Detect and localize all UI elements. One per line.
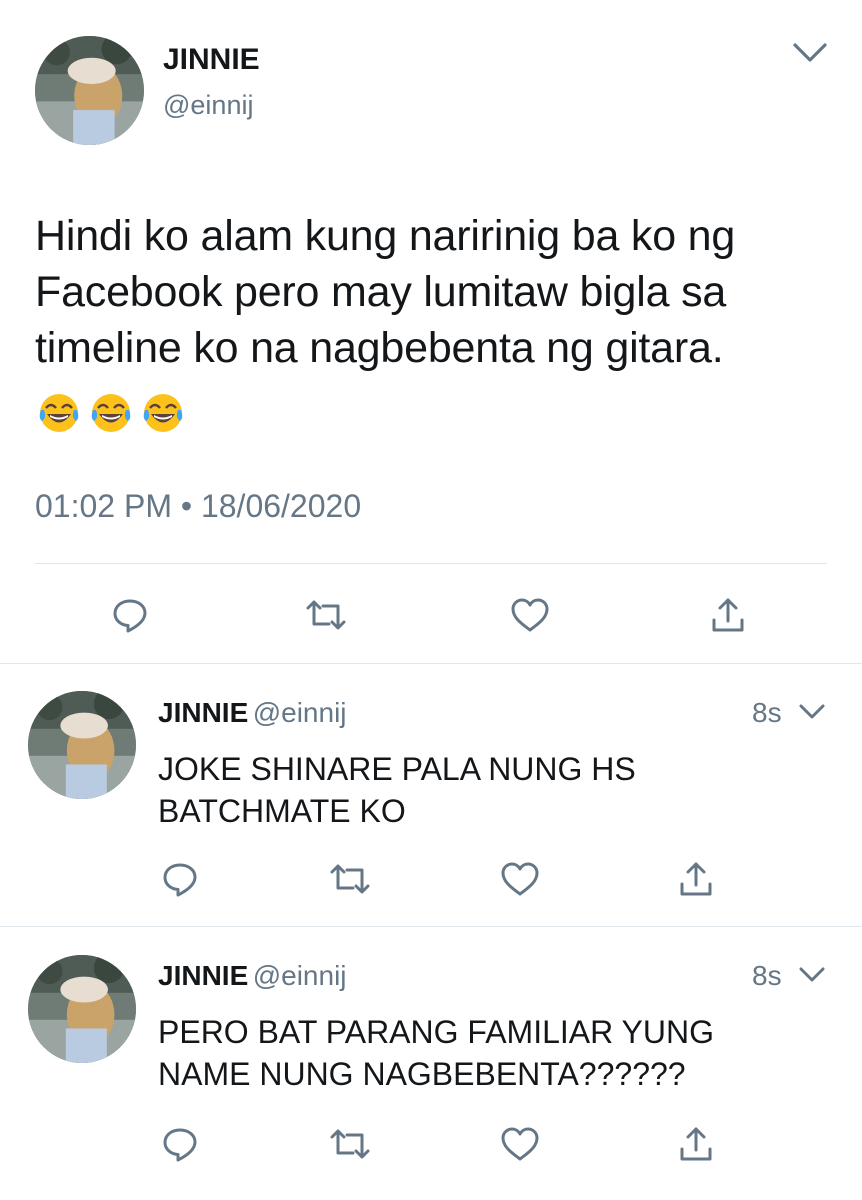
- reply-button[interactable]: [108, 593, 152, 637]
- retweet-button[interactable]: [304, 593, 348, 637]
- tweet-timestamp[interactable]: 01:02 PM • 18/06/2020: [35, 488, 361, 525]
- tweet-time: 01:02 PM: [35, 488, 172, 524]
- reply-header: JINNIE @einnij: [158, 697, 347, 729]
- reply-header: JINNIE @einnij: [158, 960, 347, 992]
- retweet-icon: [306, 600, 346, 630]
- reply-time[interactable]: 8s: [752, 960, 782, 992]
- avatar-image: [35, 36, 144, 145]
- avatar-image: [28, 955, 136, 1063]
- like-button[interactable]: [498, 1122, 542, 1166]
- author-handle[interactable]: @einnij: [253, 960, 347, 991]
- avatar-image: [28, 691, 136, 799]
- like-button[interactable]: [498, 857, 542, 901]
- share-button[interactable]: [706, 593, 750, 637]
- retweet-icon: [330, 864, 370, 894]
- like-icon: [501, 1127, 539, 1161]
- share-icon: [712, 598, 744, 632]
- meta-separator: •: [180, 488, 193, 524]
- like-button[interactable]: [508, 593, 552, 637]
- chevron-down-icon[interactable]: [798, 966, 826, 984]
- avatar[interactable]: [35, 36, 144, 145]
- avatar[interactable]: [28, 955, 136, 1063]
- reply-text: PERO BAT PARANG FAMILIAR YUNG NAME NUNG …: [158, 1014, 714, 1092]
- author-handle[interactable]: @einnij: [253, 697, 347, 728]
- share-icon: [680, 862, 712, 896]
- share-icon: [680, 1127, 712, 1161]
- emoji-row: [37, 391, 193, 435]
- tweet-text: Hindi ko alam kung naririnig ba ko ng Fa…: [35, 208, 835, 376]
- avatar[interactable]: [28, 691, 136, 799]
- reply-icon: [163, 1128, 197, 1162]
- author-name[interactable]: JINNIE: [158, 960, 248, 991]
- like-icon: [501, 862, 539, 896]
- reply-text: JOKE SHINARE PALA NUNG HS BATCHMATE KO: [158, 751, 636, 829]
- author-name[interactable]: JINNIE: [158, 697, 248, 728]
- reply-button[interactable]: [158, 857, 202, 901]
- retweet-icon: [330, 1129, 370, 1159]
- retweet-button[interactable]: [328, 857, 372, 901]
- chevron-down-icon[interactable]: [798, 703, 826, 721]
- reply-icon: [113, 599, 147, 633]
- share-button[interactable]: [674, 1122, 718, 1166]
- reply-time[interactable]: 8s: [752, 697, 782, 729]
- divider: [0, 663, 862, 664]
- tweet-date: 18/06/2020: [200, 488, 362, 524]
- tears-of-joy-emoji-icon: [141, 391, 185, 435]
- tears-of-joy-emoji-icon: [37, 391, 81, 435]
- like-icon: [511, 598, 549, 632]
- reply-icon: [163, 863, 197, 897]
- author-name[interactable]: JINNIE: [163, 43, 260, 77]
- tears-of-joy-emoji-icon: [89, 391, 133, 435]
- divider: [0, 926, 862, 927]
- divider: [35, 563, 827, 564]
- retweet-button[interactable]: [328, 1122, 372, 1166]
- chevron-down-icon[interactable]: [792, 42, 828, 64]
- author-handle[interactable]: @einnij: [163, 90, 253, 121]
- reply-button[interactable]: [158, 1122, 202, 1166]
- share-button[interactable]: [674, 857, 718, 901]
- tweet-body: Hindi ko alam kung naririnig ba ko ng Fa…: [35, 212, 736, 372]
